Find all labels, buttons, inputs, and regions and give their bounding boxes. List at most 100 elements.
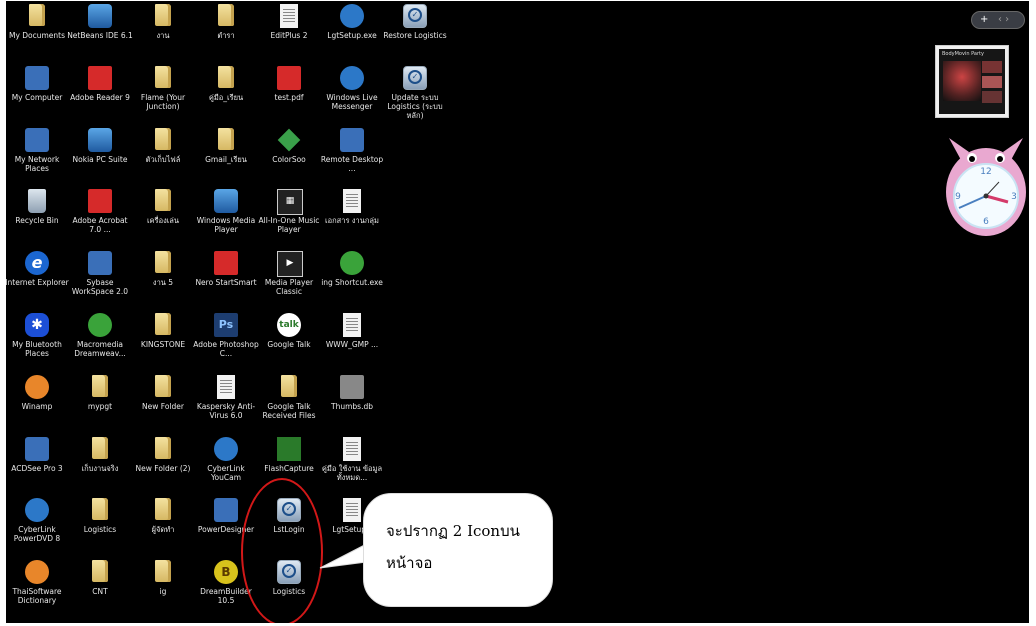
desktop-icon[interactable]: Google Talk Received Files [258,372,320,433]
messenger-icon [340,65,364,90]
desktop-icon[interactable]: mypgt [69,372,131,433]
bluetooth-icon: ✱ [25,313,49,337]
folder-icon [218,4,234,26]
adobe-reader-icon [88,65,112,90]
desktop-icon-label: Adobe Photoshop C... [193,340,259,358]
internet-explorer-icon: e [25,251,49,276]
desktop-icon[interactable]: Logistics [69,495,131,556]
desktop-icon[interactable]: คู่มือ ใช้งาน ข้อมูลทั้งหมด... [321,434,383,495]
desktop-icon-label: Gmail_เรียน [205,154,247,164]
gadget-nav-icon[interactable]: ‹ › [998,12,1009,28]
desktop-icon[interactable]: My Documents [6,1,68,62]
desktop-icon[interactable]: ผู้จัดทำ [132,495,194,556]
desktop-icon[interactable]: Gmail_เรียน [195,125,257,186]
desktop-icon[interactable]: Macromedia Dreamweav... [69,310,131,371]
desktop-icon[interactable]: Nero StartSmart [195,248,257,309]
desktop-icon[interactable]: ตัวเก็บไฟล์ [132,125,194,186]
desktop-icon-label: WWW_GMP ... [325,340,379,349]
desktop-icon[interactable]: Thumbs.db [321,372,383,433]
desktop-icon-label: ผู้จัดทำ [151,525,175,535]
desktop-icon[interactable]: ing Shortcut.exe [321,248,383,309]
desktop-icon[interactable]: CyberLink PowerDVD 8 [6,495,68,556]
desktop-icon[interactable]: My Computer [6,63,68,124]
netbeans-icon [88,4,112,28]
desktop-icon-label: New Folder (2) [135,463,191,473]
desktop-icon-label: CNT [92,587,108,597]
desktop-icon-label: เครื่องเล่น [146,216,180,226]
desktop-icon[interactable]: New Folder (2) [132,434,194,495]
desktop-icon-label: ตำรา [217,31,235,40]
desktop-icon[interactable]: ✓ Update ระบบ Logistics (ระบบหลัก) [384,63,446,124]
svg-text:12: 12 [980,167,991,177]
desktop-icon[interactable]: test.pdf [258,63,320,124]
my-documents-icon [29,4,45,26]
desktop-icon[interactable]: Ps Adobe Photoshop C... [193,310,259,371]
clock-gadget[interactable]: 12 6 3 9 [941,130,1029,240]
kaspersky-icon [217,374,235,399]
desktop-icon[interactable]: ✱ My Bluetooth Places [6,310,68,371]
desktop-icon[interactable]: EditPlus 2 [258,1,320,62]
desktop-icon[interactable]: LgtSetup.exe [321,1,383,62]
desktop-icon[interactable]: WWW_GMP ... [321,310,383,371]
desktop-icon[interactable]: Windows Live Messenger [321,63,383,124]
desktop-icon-label: My Documents [8,31,66,40]
desktop-icon[interactable]: NetBeans IDE 6.1 [67,1,133,62]
desktop-icon[interactable]: ACDSee Pro 3 [6,434,68,495]
folder-icon [155,65,171,88]
desktop-icon[interactable]: CNT [69,557,131,618]
desktop-icon[interactable]: ColorSoo [258,125,320,186]
folder-icon [155,374,171,397]
desktop-icon[interactable]: Winamp [6,372,68,433]
desktop-icon[interactable]: ig [132,557,194,618]
desktop-icon[interactable]: KINGSTONE [132,310,194,371]
desktop-icon[interactable]: My Network Places [6,125,68,186]
media-player-classic-icon: ▶ [277,251,303,278]
ts-check-icon: ✓ [403,4,427,28]
desktop-icon[interactable]: งาน 5 [132,248,194,309]
desktop-icon-label: NetBeans IDE 6.1 [67,31,133,40]
desktop-icon-label: Internet Explorer [6,278,69,288]
desktop-icon[interactable]: งาน [132,1,194,62]
desktop-icon[interactable]: ▦ All-In-One Music Player [258,186,320,247]
desktop-icon[interactable]: Nokia PC Suite [69,125,131,186]
desktop-icon[interactable]: Flame (Your Junction) [132,63,194,124]
desktop-icon[interactable]: New Folder [132,372,194,433]
desktop-icon[interactable]: Adobe Reader 9 [69,63,131,124]
desktop-icon[interactable]: คู่มือ_เรียน [195,63,257,124]
slideshow-caption: BodyMovin Party [942,51,984,57]
text-file-icon [343,313,361,337]
desktop-icon[interactable]: e Internet Explorer [6,248,69,309]
google-talk-icon: talk [277,313,301,337]
add-gadget-icon[interactable]: + [980,12,988,28]
desktop-icon[interactable]: เครื่องเล่น [132,186,194,247]
desktop-icon[interactable]: Sybase WorkSpace 2.0 [69,248,131,309]
desktop-icon[interactable]: Adobe Acrobat 7.0 ... [69,186,131,247]
desktop-icon[interactable]: เอกสาร งานกลุ่ม [321,186,383,247]
desktop-icon[interactable]: Recycle Bin [6,186,68,247]
desktop-icon-label: New Folder [142,401,184,411]
desktop-icon[interactable]: ▶ Media Player Classic [258,248,320,309]
desktop-icon-label: Kaspersky Anti-Virus 6.0 [196,401,256,420]
desktop-icon-label: ColorSoo [272,154,306,164]
desktop-icon[interactable]: Windows Media Player [195,186,257,247]
desktop-icon[interactable]: ThaiSoftware Dictionary [6,557,68,618]
desktop-icon-label: All-In-One Music Player [258,216,320,235]
sidebar-control[interactable]: + ‹ › [971,11,1025,29]
colorsoo-icon [277,128,301,151]
desktop-icon-label: งาน 5 [152,278,174,288]
desktop-icon[interactable]: CyberLink YouCam [195,434,257,495]
dictionary-icon [25,560,49,585]
desktop-icon-label: Recycle Bin [15,216,59,226]
slideshow-gadget[interactable]: BodyMovin Party [935,45,1009,118]
desktop-icon[interactable]: เก็บงานจริง [69,434,131,495]
acdsee-icon [25,436,49,461]
desktop-icon-label: เอกสาร งานกลุ่ม [325,216,379,226]
desktop-icon[interactable]: talk Google Talk [258,310,320,371]
desktop-icon-label: My Bluetooth Places [12,340,62,358]
desktop-icon[interactable]: Kaspersky Anti-Virus 6.0 [195,372,257,433]
desktop-icon[interactable]: Remote Desktop ... [321,125,383,186]
desktop-icon-label: test.pdf [274,92,304,102]
desktop-icon[interactable]: ✓ Restore Logistics [383,1,447,62]
desktop-icon[interactable]: ตำรา [195,1,257,62]
desktop-icon-label: Update ระบบ Logistics (ระบบหลัก) [387,92,443,120]
